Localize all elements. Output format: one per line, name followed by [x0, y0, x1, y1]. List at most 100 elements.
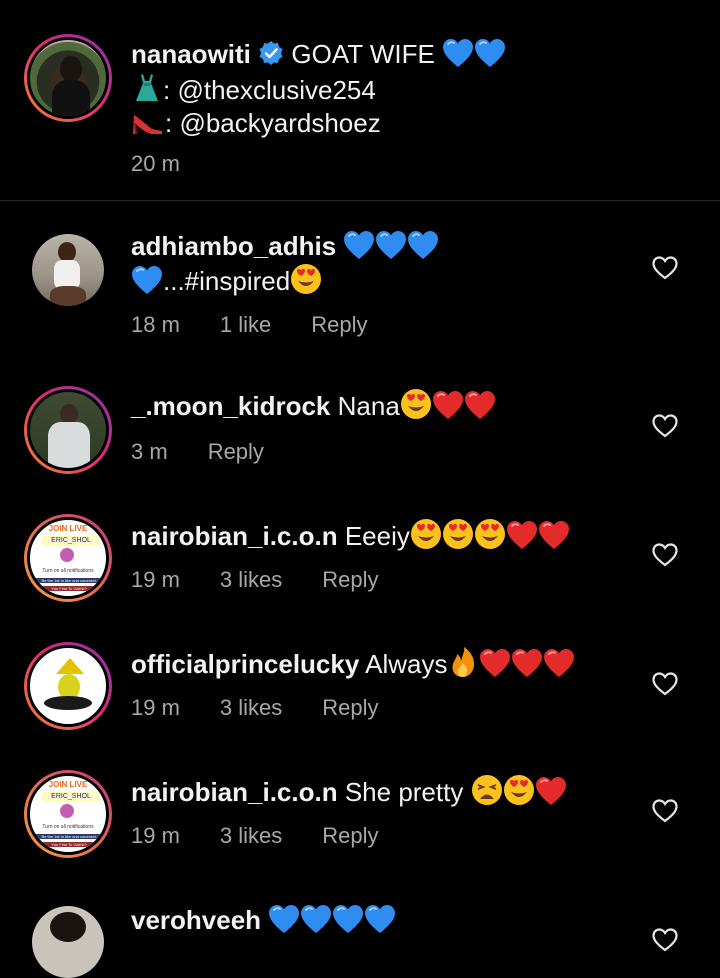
badge-text: Turn on all notifications — [42, 568, 94, 574]
badge-text: Be the 1st to like and comment — [34, 834, 104, 839]
dress-icon — [131, 72, 163, 104]
avatar[interactable] — [24, 34, 112, 122]
username[interactable]: nairobian_i.c.o.n — [131, 777, 338, 807]
caption-text: nanaowiti GOAT WIFE — [131, 36, 640, 72]
high-heel-icon — [131, 105, 165, 137]
comment-meta: 19 m 3 likes Reply — [131, 567, 379, 593]
timestamp: 19 m — [131, 695, 180, 720]
badge-text: Be the 1st to like and comment — [34, 578, 104, 583]
reply-button[interactable]: Reply — [311, 312, 367, 338]
blue-heart-icon — [442, 38, 474, 68]
red-heart-icon — [479, 648, 511, 678]
comment-text: _.moon_kidrock Nana — [131, 388, 640, 424]
heart-eyes-icon — [400, 388, 432, 420]
like-heart-icon[interactable] — [652, 672, 678, 696]
blue-heart-icon — [131, 265, 163, 295]
comment-meta: 18 m 1 like Reply — [131, 312, 368, 338]
red-heart-icon — [464, 390, 496, 420]
like-count[interactable]: 3 likes — [220, 567, 282, 593]
caption-mention-dress[interactable]: : @thexclusive254 — [163, 75, 376, 105]
caption-mention-shoes[interactable]: : @backyardshoez — [165, 108, 381, 138]
username[interactable]: nanaowiti — [131, 39, 251, 69]
comment-body: Nana — [337, 391, 400, 421]
comment-body: Eeeiy — [344, 521, 410, 551]
reply-button[interactable]: Reply — [322, 567, 378, 593]
heart-eyes-icon — [290, 263, 322, 295]
timestamp: 3 m — [131, 439, 168, 464]
badge-text: You First To GAIN!!! — [38, 586, 100, 591]
avatar[interactable]: JOIN LIVE ERIC_SHOL Turn on all notifica… — [24, 514, 112, 602]
username[interactable]: nairobian_i.c.o.n — [131, 521, 338, 551]
avatar[interactable] — [24, 642, 112, 730]
badge-text: JOIN LIVE — [48, 524, 88, 533]
like-heart-icon[interactable] — [652, 414, 678, 438]
red-heart-icon — [506, 520, 538, 550]
like-heart-icon[interactable] — [652, 928, 678, 952]
caption-body: GOAT WIFE — [291, 39, 435, 69]
avatar[interactable] — [24, 386, 112, 474]
badge-text: JOIN LIVE — [48, 780, 88, 789]
blue-heart-icon — [375, 230, 407, 260]
timestamp: 20 m — [131, 151, 180, 176]
reply-button[interactable]: Reply — [208, 439, 264, 465]
red-heart-icon — [535, 776, 567, 806]
comment-text: adhiambo_adhis — [131, 228, 640, 264]
caption-meta: 20 m — [131, 151, 180, 177]
comment-text: officialprincelucky Always — [131, 646, 640, 682]
comment-text: verohveeh — [131, 902, 640, 938]
fire-icon — [447, 646, 479, 678]
reply-button[interactable]: Reply — [322, 823, 378, 849]
post-caption: nanaowiti GOAT WIFE : @thexclusive254 : … — [0, 0, 720, 200]
blue-heart-icon — [364, 904, 396, 934]
like-heart-icon[interactable] — [652, 543, 678, 567]
red-heart-icon — [538, 520, 570, 550]
blue-heart-icon — [332, 904, 364, 934]
timestamp: 19 m — [131, 823, 180, 848]
comment-meta: 19 m 3 likes Reply — [131, 823, 379, 849]
like-heart-icon[interactable] — [652, 799, 678, 823]
badge-text: ERIC_SHOL — [42, 792, 100, 801]
timestamp: 18 m — [131, 312, 180, 337]
comment-body: She pretty — [344, 777, 464, 807]
timestamp: 19 m — [131, 567, 180, 592]
divider — [0, 200, 720, 201]
badge-text: Turn on all notifications — [42, 824, 94, 830]
blue-heart-icon — [268, 904, 300, 934]
comment-body: ...#inspired — [163, 266, 291, 296]
badge-text: ERIC_SHOL — [42, 536, 100, 545]
red-heart-icon — [432, 390, 464, 420]
username[interactable]: adhiambo_adhis — [131, 231, 336, 261]
badge-text: You First To GAIN!!! — [38, 842, 100, 847]
username[interactable]: officialprincelucky — [131, 649, 359, 679]
blue-heart-icon — [407, 230, 439, 260]
comment-text: nairobian_i.c.o.n Eeeiy — [131, 518, 640, 554]
heart-eyes-icon — [474, 518, 506, 550]
weary-face-icon — [471, 774, 503, 806]
like-count[interactable]: 3 likes — [220, 823, 282, 849]
blue-heart-icon — [343, 230, 375, 260]
heart-eyes-icon — [503, 774, 535, 806]
like-count[interactable]: 1 like — [220, 312, 271, 338]
heart-eyes-icon — [410, 518, 442, 550]
heart-eyes-icon — [442, 518, 474, 550]
blue-heart-icon — [300, 904, 332, 934]
avatar[interactable] — [32, 906, 104, 978]
comment-meta: 19 m 3 likes Reply — [131, 695, 379, 721]
like-heart-icon[interactable] — [652, 256, 678, 280]
verified-badge-icon — [259, 41, 283, 65]
comment-text-line-2: ...#inspired — [131, 263, 640, 299]
avatar[interactable]: JOIN LIVE ERIC_SHOL Turn on all notifica… — [24, 770, 112, 858]
caption-line-3: : @backyardshoez — [131, 105, 640, 141]
username[interactable]: _.moon_kidrock — [131, 391, 330, 421]
like-count[interactable]: 3 likes — [220, 695, 282, 721]
comment-meta: 3 m Reply — [131, 439, 264, 465]
caption-line-2: : @thexclusive254 — [131, 72, 640, 108]
avatar[interactable] — [32, 234, 104, 306]
reply-button[interactable]: Reply — [322, 695, 378, 721]
comment-body: Always — [365, 649, 448, 679]
red-heart-icon — [543, 648, 575, 678]
username[interactable]: verohveeh — [131, 905, 261, 935]
red-heart-icon — [511, 648, 543, 678]
comment-text: nairobian_i.c.o.n She pretty — [131, 774, 640, 810]
blue-heart-icon — [474, 38, 506, 68]
